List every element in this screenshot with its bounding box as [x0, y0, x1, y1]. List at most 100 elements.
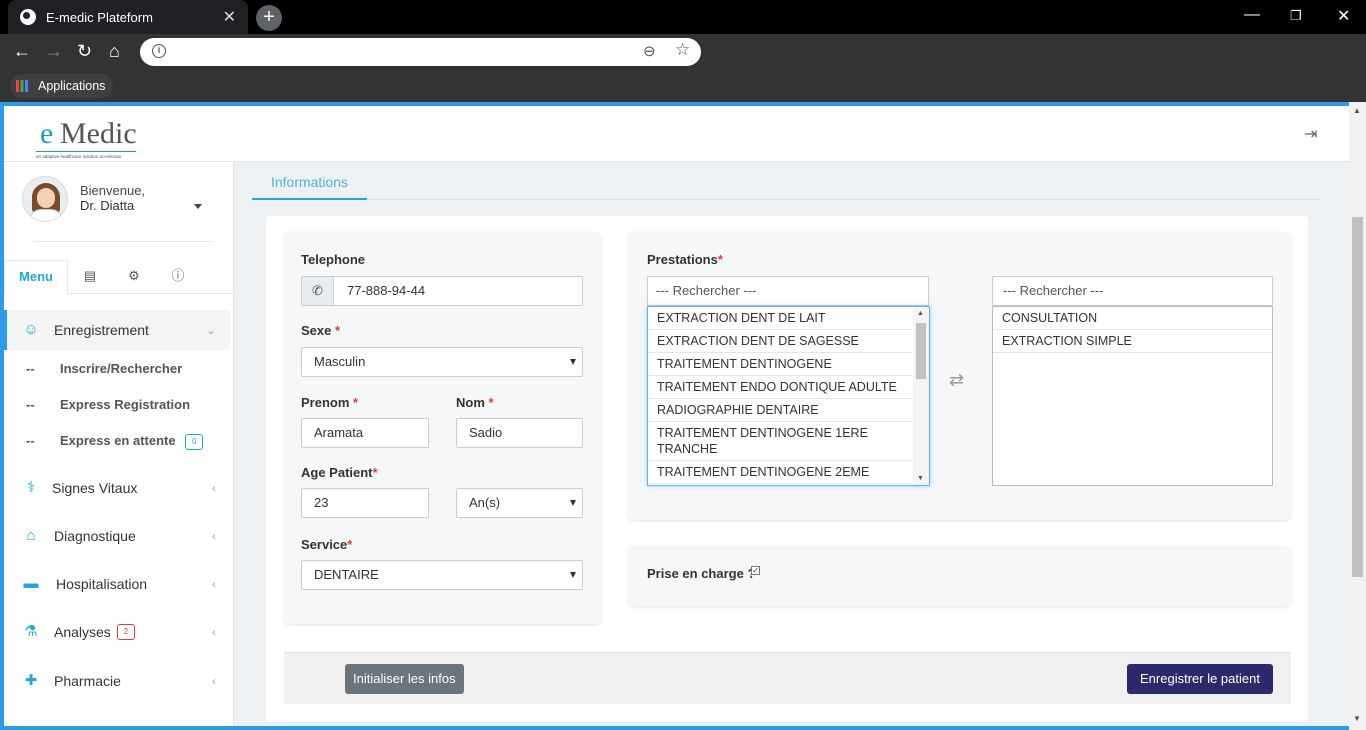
prenom-value: Aramata: [314, 425, 364, 440]
sub-label: Express Registration: [60, 397, 191, 412]
sidebar-item-analyses[interactable]: ⚗ Analyses 2 ‹: [4, 612, 230, 652]
required-mark: *: [347, 537, 353, 552]
app-header: e Medic an adaptive healthcare solution …: [4, 106, 1349, 162]
selected-prestations-list[interactable]: CONSULTATION EXTRACTION SIMPLE: [992, 306, 1273, 486]
bookmarks-bar: Applications: [0, 70, 1366, 102]
list-item[interactable]: TRAITEMENT ENDO DONTIQUE ADULTE: [648, 376, 912, 399]
age-field[interactable]: 23: [301, 488, 429, 518]
help-icon[interactable]: ⓘ: [168, 260, 188, 294]
sidebar-subitem-attente[interactable]: -- Express en attente 0: [26, 433, 204, 450]
telephone-field[interactable]: ✆ 77-888-94-44: [301, 276, 583, 306]
nom-field[interactable]: Sadio: [456, 418, 583, 448]
user-greeting: Bienvenue,: [80, 183, 146, 198]
list-item[interactable]: EXTRACTION DENT DE SAGESSE: [648, 330, 912, 353]
list-item[interactable]: CONSULTATION: [993, 307, 1272, 330]
chevron-down-icon: ⌄: [205, 323, 216, 337]
age-unit-select[interactable]: An(s): [456, 488, 583, 518]
prestations-panel: Prestations* --- Rechercher --- --- Rech…: [628, 232, 1291, 520]
age-unit-value: An(s): [469, 495, 501, 510]
scroll-down-icon[interactable]: ▼: [1353, 714, 1361, 723]
list-item[interactable]: TRAITEMENT DENTINOGENE 1ERE TRANCHE: [648, 422, 912, 461]
gear-icon[interactable]: ⚙: [124, 260, 144, 294]
zoom-icon[interactable]: ⊖: [643, 42, 656, 60]
emedic-logo[interactable]: e Medic an adaptive healthcare solution …: [34, 113, 159, 163]
search-placeholder: --- Rechercher ---: [656, 283, 757, 298]
prise-en-charge-label: Prise en charge ?: [647, 566, 756, 581]
sidebar-item-signes-vitaux[interactable]: ⚕ Signes Vitaux ‹: [4, 468, 230, 508]
sidebar-item-pharmacie[interactable]: ✚ Pharmacie ‹: [4, 661, 230, 701]
sidebar-item-label: Pharmacie: [54, 673, 121, 689]
sidebar-item-enregistrement[interactable]: ☺ Enregistrement ⌄: [4, 310, 230, 350]
medkit-icon: ✚: [24, 672, 38, 689]
list-item[interactable]: TRAITEMENT DENTINOGENE 2EME: [648, 461, 912, 484]
service-label: Service*: [301, 537, 352, 552]
selected-search-input[interactable]: --- Rechercher ---: [992, 276, 1273, 306]
list-item[interactable]: EXTRACTION SIMPLE: [993, 330, 1272, 353]
prise-en-charge-checkbox[interactable]: ✓: [751, 566, 760, 575]
reset-button[interactable]: Initialiser les infos: [345, 664, 464, 694]
age-label: Age Patient*: [301, 465, 378, 480]
tab-menu[interactable]: Menu: [4, 260, 68, 294]
user-dropdown-caret-icon[interactable]: [194, 204, 202, 209]
sidebar-subitem-inscrire[interactable]: -- Inscrire/Rechercher: [26, 361, 182, 376]
user-name: Dr. Diatta: [80, 198, 135, 213]
prenom-field[interactable]: Aramata: [301, 418, 429, 448]
sidebar-divider: [34, 241, 212, 242]
nom-label: Nom *: [456, 395, 494, 410]
microscope-icon: ⚗: [24, 623, 38, 640]
home-icon[interactable]: ⌂: [109, 41, 120, 62]
available-prestations-list[interactable]: EXTRACTION DENT DE LAIT EXTRACTION DENT …: [647, 306, 930, 486]
sexe-select[interactable]: Masculin: [301, 347, 583, 377]
close-window-icon[interactable]: ✕: [1337, 6, 1350, 26]
chevron-left-icon: ‹: [212, 625, 216, 639]
bed-icon: ▬: [23, 575, 39, 592]
logo-tagline: an adaptive healthcare solution accelera…: [36, 154, 122, 159]
prise-en-charge-panel: Prise en charge ? ✓: [628, 546, 1291, 606]
sub-label: Express en attente: [60, 433, 176, 448]
user-profile[interactable]: Bienvenue, Dr. Diatta: [22, 176, 222, 232]
close-tab-icon[interactable]: ✕: [223, 7, 236, 27]
book-icon[interactable]: ▤: [80, 260, 100, 294]
scroll-down-icon[interactable]: ▼: [917, 475, 924, 482]
scroll-up-icon[interactable]: ▲: [1353, 106, 1361, 115]
chevron-left-icon: ‹: [212, 674, 216, 688]
nom-value: Sadio: [469, 425, 503, 440]
forward-icon[interactable]: →: [45, 41, 63, 62]
required-mark: *: [335, 323, 341, 338]
sidebar-item-diagnostique[interactable]: ⌂ Diagnostique ‹: [4, 516, 230, 556]
logout-icon[interactable]: ⇥: [1304, 124, 1324, 144]
available-search-input[interactable]: --- Rechercher ---: [647, 276, 929, 306]
sidebar-subitem-express[interactable]: -- Express Registration: [26, 397, 190, 412]
new-tab-button[interactable]: +: [256, 5, 282, 31]
list-item[interactable]: TRAITEMENT DENTINOGENE: [648, 353, 912, 376]
address-bar[interactable]: i ⊖ ☆: [140, 38, 701, 66]
list-scroll-thumb[interactable]: [916, 323, 926, 379]
restore-icon[interactable]: ❐: [1290, 8, 1302, 24]
transfer-arrows-icon[interactable]: ⇄: [949, 370, 964, 391]
prenom-label: Prenom *: [301, 395, 358, 410]
browser-tab[interactable]: E-medic Plateform ✕: [8, 0, 248, 34]
minimize-icon[interactable]: —: [1244, 6, 1260, 24]
scroll-up-icon[interactable]: ▲: [917, 310, 924, 317]
list-scrollbar[interactable]: ▲ ▼: [913, 307, 929, 485]
list-item[interactable]: RADIOGRAPHIE DENTAIRE: [648, 399, 912, 422]
apps-bookmark[interactable]: Applications: [10, 74, 114, 98]
page-scrollbar[interactable]: ▲ ▼: [1349, 102, 1366, 730]
service-select[interactable]: DENTAIRE: [301, 560, 583, 590]
tab-informations[interactable]: Informations: [252, 162, 367, 200]
back-icon[interactable]: ←: [13, 41, 31, 62]
list-item[interactable]: EXTRACTION DENT DE LAIT: [648, 307, 912, 330]
logo-e: e: [40, 117, 54, 150]
site-info-icon[interactable]: i: [152, 44, 166, 58]
analyses-count-badge: 2: [116, 624, 135, 640]
save-patient-button[interactable]: Enregistrer le patient: [1127, 664, 1273, 694]
bookmark-star-icon[interactable]: ☆: [675, 40, 690, 60]
scroll-thumb[interactable]: [1352, 217, 1363, 577]
user-icon: ☺: [23, 321, 39, 338]
sidebar-item-label: Analyses: [54, 624, 111, 640]
browser-tabbar: E-medic Plateform ✕ + — ❐ ✕: [0, 0, 1366, 34]
chevron-left-icon: ‹: [212, 577, 216, 591]
reload-icon[interactable]: ↻: [77, 41, 92, 62]
dropdown-arrow-icon: [570, 500, 576, 506]
sidebar-item-hospitalisation[interactable]: ▬ Hospitalisation ‹: [4, 564, 230, 604]
